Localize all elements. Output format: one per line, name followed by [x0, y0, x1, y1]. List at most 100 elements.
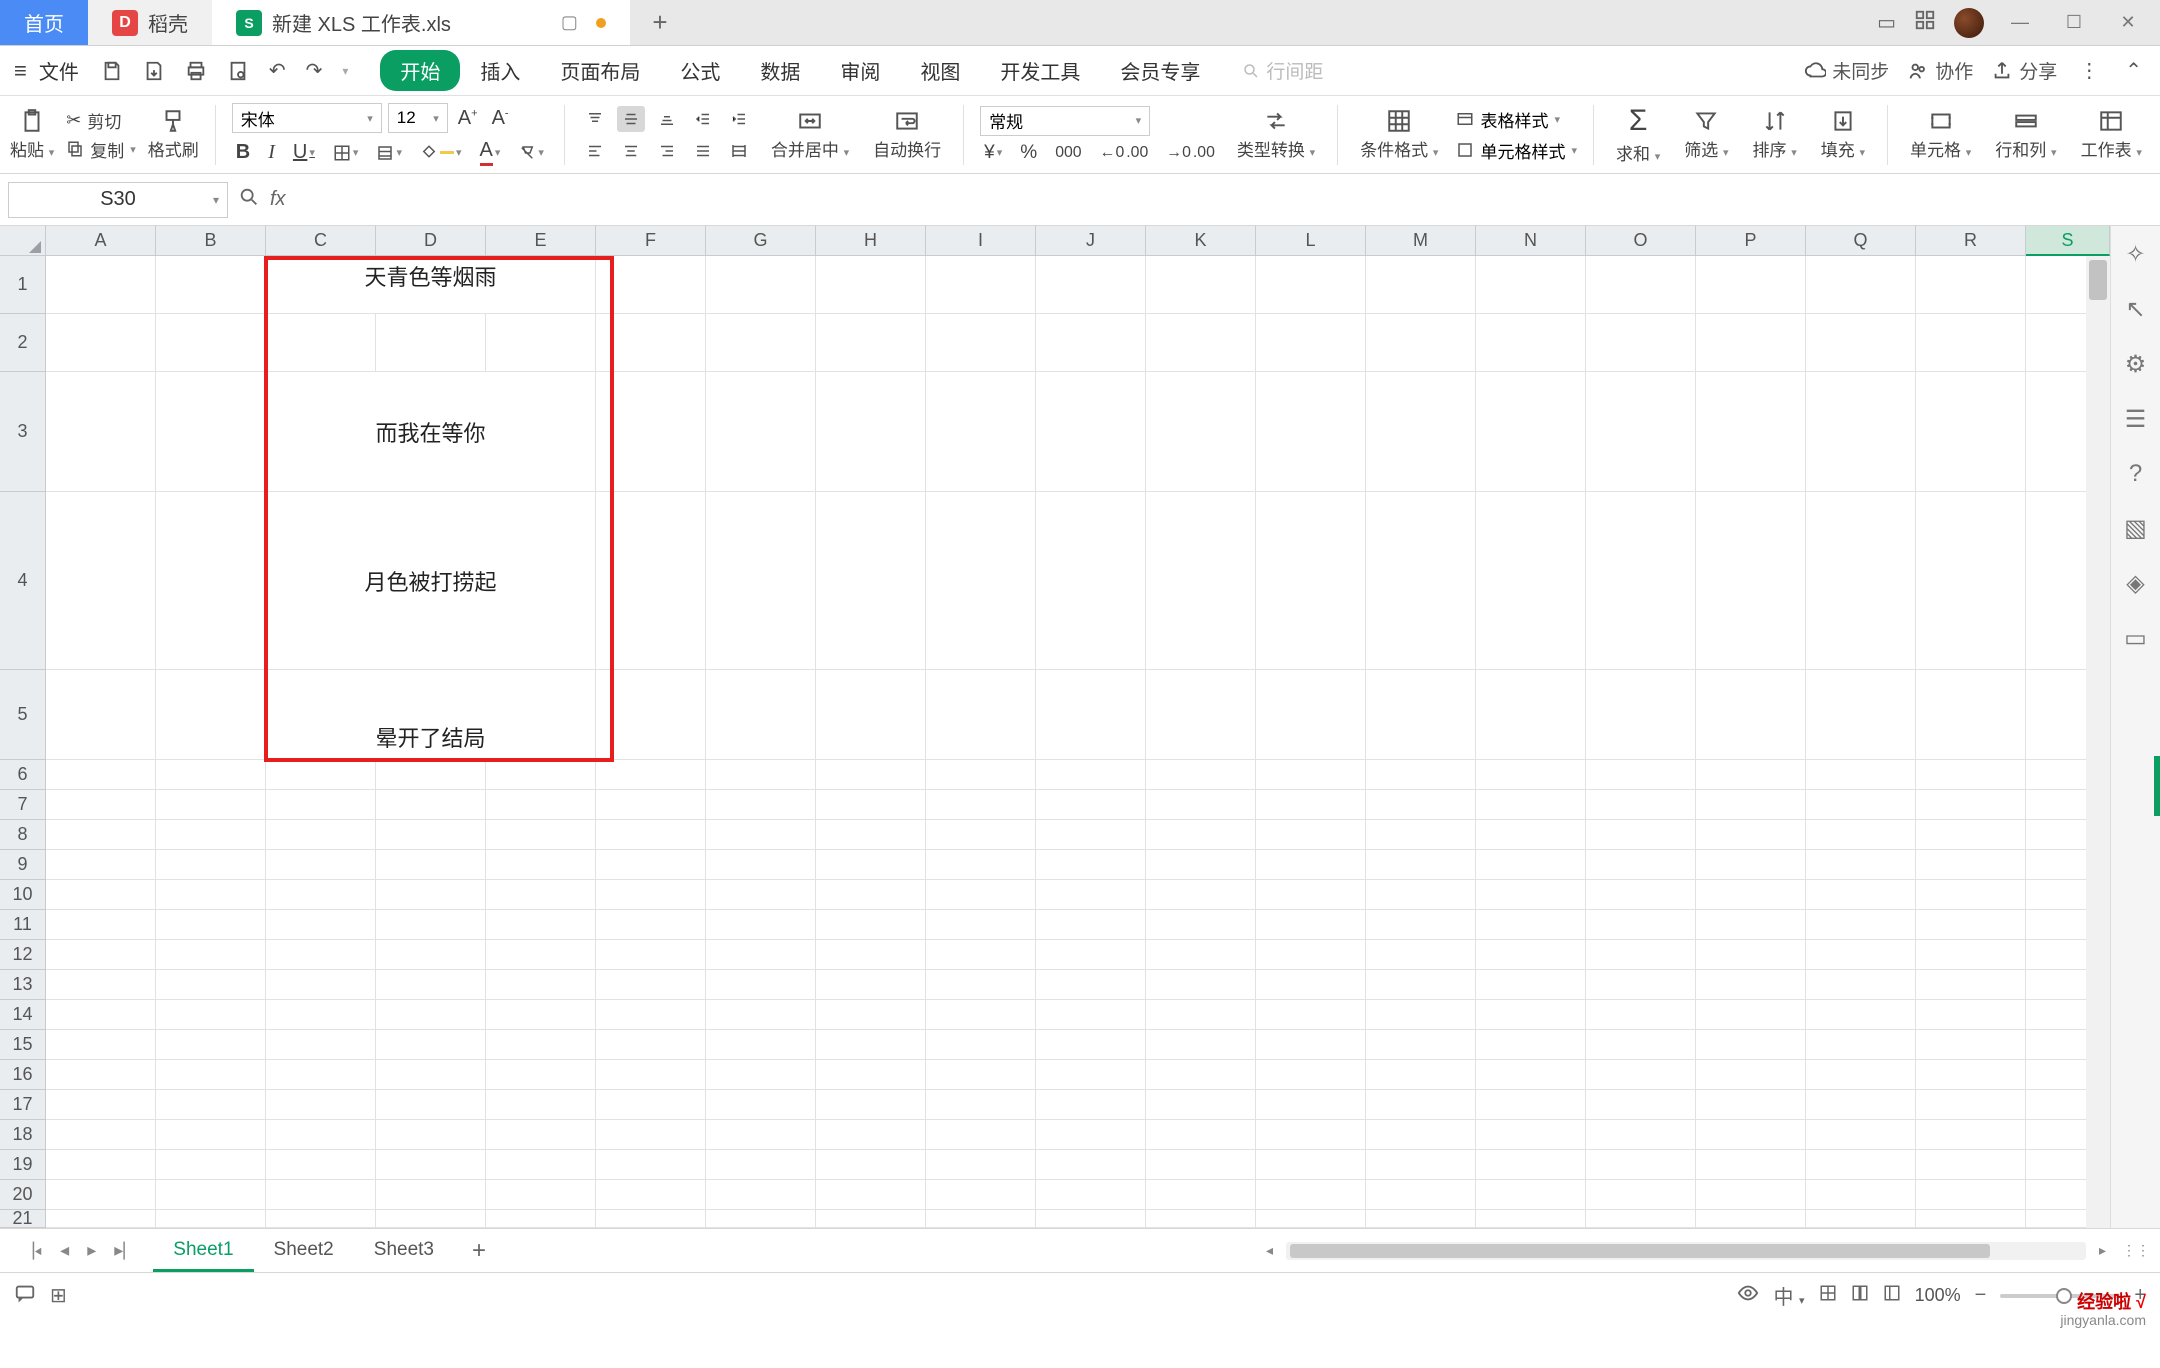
cell[interactable]: [1366, 372, 1476, 492]
cell[interactable]: [46, 314, 156, 372]
cell[interactable]: [156, 1060, 266, 1090]
cell[interactable]: [266, 1120, 376, 1150]
cell[interactable]: [1806, 1210, 1916, 1228]
cell[interactable]: [156, 1120, 266, 1150]
row-header-17[interactable]: 17: [0, 1090, 46, 1120]
cell[interactable]: [926, 850, 1036, 880]
cell[interactable]: [1146, 372, 1256, 492]
copy-button[interactable]: 复制▾: [66, 137, 136, 162]
cell[interactable]: [1146, 880, 1256, 910]
cell[interactable]: [1806, 1060, 1916, 1090]
cell[interactable]: [46, 970, 156, 1000]
cell[interactable]: [816, 1000, 926, 1030]
cell[interactable]: [46, 940, 156, 970]
cell[interactable]: [706, 1090, 816, 1120]
cell[interactable]: [706, 314, 816, 372]
sheet-tab-Sheet1[interactable]: Sheet1: [153, 1229, 253, 1272]
col-header-J[interactable]: J: [1036, 226, 1146, 256]
cell[interactable]: [1586, 314, 1696, 372]
cell[interactable]: [1256, 492, 1366, 670]
cell[interactable]: [596, 1150, 706, 1180]
align-bottom-icon[interactable]: [653, 106, 681, 132]
filter-button[interactable]: 筛选 ▾: [1678, 108, 1734, 161]
cell[interactable]: [376, 1120, 486, 1150]
cell[interactable]: [596, 256, 706, 314]
cell[interactable]: [1806, 1120, 1916, 1150]
cell[interactable]: [1586, 1120, 1696, 1150]
cell[interactable]: [926, 1210, 1036, 1228]
cell[interactable]: [486, 1150, 596, 1180]
cell[interactable]: [1146, 314, 1256, 372]
cell[interactable]: [1806, 256, 1916, 314]
cell[interactable]: [1696, 940, 1806, 970]
sheet-prev-icon[interactable]: ◂: [54, 1240, 75, 1261]
cell[interactable]: [46, 1090, 156, 1120]
tab-daoke[interactable]: D 稻壳: [88, 0, 212, 45]
cell[interactable]: [1806, 790, 1916, 820]
cell[interactable]: [706, 970, 816, 1000]
cell[interactable]: [1146, 910, 1256, 940]
cell[interactable]: [1696, 256, 1806, 314]
cell[interactable]: [706, 372, 816, 492]
cell[interactable]: [1256, 970, 1366, 1000]
cell[interactable]: [1146, 1150, 1256, 1180]
cell[interactable]: [376, 1000, 486, 1030]
cell[interactable]: [1036, 760, 1146, 790]
cell[interactable]: [46, 1210, 156, 1228]
cell[interactable]: [46, 1150, 156, 1180]
cell[interactable]: [266, 910, 376, 940]
cell[interactable]: [1366, 256, 1476, 314]
increase-indent-icon[interactable]: [725, 106, 753, 132]
cell[interactable]: [1806, 760, 1916, 790]
unsync-button[interactable]: 未同步: [1804, 57, 1889, 84]
cell[interactable]: [266, 1030, 376, 1060]
zoom-out-icon[interactable]: −: [1975, 1284, 1987, 1307]
cell[interactable]: [1146, 1060, 1256, 1090]
cell[interactable]: [1256, 1210, 1366, 1228]
clear-format-button[interactable]: ▾: [514, 144, 548, 162]
cell[interactable]: [1696, 910, 1806, 940]
cell[interactable]: [1806, 1030, 1916, 1060]
cell[interactable]: [1366, 1000, 1476, 1030]
cell[interactable]: [1586, 880, 1696, 910]
cell[interactable]: [1146, 1120, 1256, 1150]
cell[interactable]: [1256, 1180, 1366, 1210]
cell[interactable]: [596, 790, 706, 820]
cell[interactable]: [1586, 1000, 1696, 1030]
cell[interactable]: [596, 492, 706, 670]
cell[interactable]: [1036, 850, 1146, 880]
cell[interactable]: [1916, 850, 2026, 880]
maximize-button[interactable]: ☐: [2056, 12, 2092, 33]
menu-tab-4[interactable]: 数据: [740, 48, 820, 93]
cell[interactable]: [1476, 256, 1586, 314]
collapse-ribbon-icon[interactable]: ⌃: [2121, 58, 2146, 83]
cell[interactable]: [1916, 492, 2026, 670]
cell[interactable]: [1036, 1120, 1146, 1150]
cell[interactable]: [926, 820, 1036, 850]
cell[interactable]: [926, 314, 1036, 372]
cell[interactable]: [156, 1150, 266, 1180]
cell[interactable]: [596, 1060, 706, 1090]
cell[interactable]: [1916, 940, 2026, 970]
cell[interactable]: [926, 1000, 1036, 1030]
cell[interactable]: [266, 314, 376, 372]
cell[interactable]: [1256, 256, 1366, 314]
cell[interactable]: [486, 790, 596, 820]
cell[interactable]: [156, 820, 266, 850]
decrease-indent-icon[interactable]: [689, 106, 717, 132]
cell[interactable]: [46, 850, 156, 880]
cell[interactable]: [1256, 372, 1366, 492]
format-painter-button[interactable]: 格式刷: [148, 108, 199, 161]
merge-center-button[interactable]: 合并居中 ▾: [765, 108, 855, 161]
cell[interactable]: [1806, 940, 1916, 970]
cell[interactable]: [926, 1180, 1036, 1210]
sum-button[interactable]: Σ求和 ▾: [1610, 104, 1666, 165]
tab-current-file[interactable]: S 新建 XLS 工作表.xls ▢: [212, 0, 630, 45]
cell[interactable]: [1256, 880, 1366, 910]
status-comment-icon[interactable]: [14, 1282, 36, 1310]
cell[interactable]: [706, 1150, 816, 1180]
cell[interactable]: [266, 940, 376, 970]
decrease-decimal-icon[interactable]: →0.00: [1162, 142, 1219, 164]
view-normal-icon[interactable]: [1819, 1284, 1837, 1308]
cell[interactable]: [1476, 850, 1586, 880]
